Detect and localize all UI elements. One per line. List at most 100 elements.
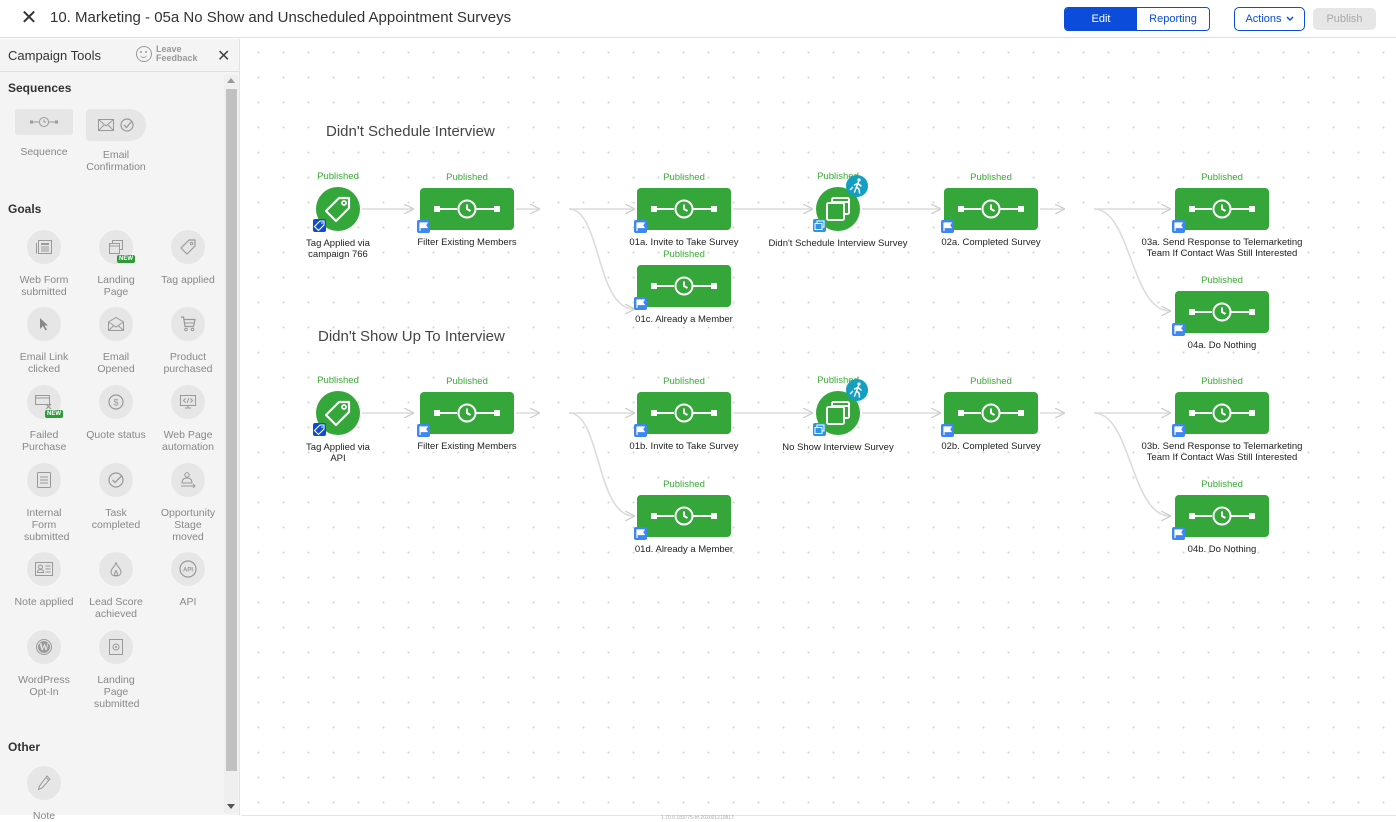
tool-task-completed[interactable]: Task completed bbox=[80, 463, 152, 531]
landing-page-badge-icon bbox=[813, 423, 826, 436]
group-title: Didn't Show Up To Interview bbox=[318, 328, 505, 345]
tag-goal-circle[interactable] bbox=[313, 187, 360, 232]
sequence-box[interactable] bbox=[634, 188, 731, 233]
landing-page-goal-circle[interactable] bbox=[813, 175, 868, 232]
svg-text:API: API bbox=[183, 568, 193, 574]
tag-goal-circle[interactable] bbox=[313, 391, 360, 436]
tool-tag-applied[interactable]: Tag applied bbox=[152, 230, 224, 286]
tool-label: WordPress Opt-In bbox=[18, 674, 70, 698]
tool-label: Email Opened bbox=[97, 351, 135, 375]
status-label: Published bbox=[663, 249, 705, 260]
sidebar-scrollbar[interactable] bbox=[224, 75, 238, 813]
node-label: Filter Existing Members bbox=[417, 441, 517, 452]
tool-label: Quote status bbox=[86, 429, 146, 441]
landing-page-goal-circle[interactable] bbox=[813, 379, 868, 436]
tool-wordpress-opt-in[interactable]: W WordPress Opt-In bbox=[8, 630, 80, 698]
sequence-box[interactable] bbox=[941, 188, 1038, 233]
node-label: Filter Existing Members bbox=[417, 237, 517, 248]
tool-label: Lead Score achieved bbox=[89, 596, 143, 620]
sequence-icon bbox=[15, 109, 73, 135]
api-icon: API bbox=[171, 552, 205, 586]
sequence-box[interactable] bbox=[634, 265, 731, 310]
tool-web-page-automation[interactable]: Web Page automation bbox=[152, 385, 224, 453]
flag-icon bbox=[1172, 527, 1185, 540]
tool-internal-form-submitted[interactable]: Internal Form submitted bbox=[8, 463, 80, 543]
tool-api[interactable]: API API bbox=[152, 552, 224, 608]
close-icon[interactable]: ✕ bbox=[20, 8, 38, 28]
flag-icon bbox=[1172, 424, 1185, 437]
wordpress-icon: W bbox=[27, 630, 61, 664]
status-label: Published bbox=[663, 376, 705, 387]
status-label: Published bbox=[446, 172, 488, 183]
tool-label: Opportunity Stage moved bbox=[160, 507, 216, 543]
campaign-canvas[interactable]: Didn't Schedule Interview Didn't Show Up… bbox=[241, 39, 1396, 815]
tab-reporting[interactable]: Reporting bbox=[1137, 8, 1209, 30]
sequence-clock-icon bbox=[649, 403, 719, 428]
sequence-box[interactable] bbox=[634, 392, 731, 437]
tool-label: API bbox=[179, 596, 197, 608]
flag-icon bbox=[941, 220, 954, 233]
version-text: 1.70.0.183775-hf-202001210817 bbox=[661, 815, 734, 821]
publish-button[interactable]: Publish bbox=[1313, 8, 1376, 30]
walking-person-icon bbox=[846, 379, 868, 401]
dollar-icon: $ bbox=[99, 385, 133, 419]
flag-icon bbox=[634, 220, 647, 233]
new-badge: NEW bbox=[117, 255, 135, 263]
scroll-down-arrow-icon[interactable] bbox=[227, 804, 235, 809]
sequence-clock-icon bbox=[1187, 506, 1257, 531]
tool-landing-page-submitted[interactable]: Landing Page submitted bbox=[80, 630, 152, 710]
node-label-line2: Team If Contact Was Still Interested bbox=[1146, 452, 1298, 463]
feedback-line2: Feedback bbox=[156, 53, 198, 63]
tool-note-applied[interactable]: Note applied bbox=[8, 552, 80, 608]
sequence-box[interactable] bbox=[634, 495, 731, 540]
code-monitor-icon bbox=[171, 385, 205, 419]
tag-icon bbox=[171, 230, 205, 264]
email-confirmation-icon bbox=[86, 109, 146, 141]
node-label-line1: 03a. Send Response to Telemarketing bbox=[1141, 237, 1303, 248]
tool-lead-score-achieved[interactable]: Lead Score achieved bbox=[80, 552, 152, 620]
sequence-box[interactable] bbox=[1172, 392, 1269, 437]
connector bbox=[568, 412, 634, 516]
sequence-box[interactable] bbox=[941, 392, 1038, 437]
status-label: Published bbox=[663, 479, 705, 490]
campaign-tools-sidebar: Campaign Tools Leave Feedback ✕ Sequence… bbox=[0, 39, 240, 822]
sequence-clock-icon bbox=[956, 403, 1026, 428]
tool-note[interactable]: Note bbox=[8, 766, 80, 822]
tool-failed-purchase[interactable]: NEW Failed Purchase bbox=[8, 385, 80, 453]
tool-landing-page[interactable]: NEW Landing Page bbox=[80, 230, 152, 298]
flag-icon bbox=[634, 527, 647, 540]
tool-opportunity-stage-moved[interactable]: Opportunity Stage moved bbox=[152, 463, 224, 543]
tool-label: Product purchased bbox=[163, 351, 213, 375]
sequence-box[interactable] bbox=[1172, 188, 1269, 233]
sequence-clock-icon bbox=[649, 199, 719, 224]
failed-purchase-icon: NEW bbox=[27, 385, 63, 419]
sequence-box[interactable] bbox=[1172, 495, 1269, 540]
scrollbar-thumb[interactable] bbox=[226, 89, 237, 771]
new-badge: NEW bbox=[45, 410, 63, 418]
sidebar-close-icon[interactable]: ✕ bbox=[217, 46, 230, 66]
sequence-clock-icon bbox=[432, 199, 502, 224]
tool-quote-status[interactable]: $ Quote status bbox=[80, 385, 152, 441]
tool-sequence[interactable]: Sequence bbox=[8, 109, 80, 158]
mode-toggle: Edit Reporting bbox=[1064, 7, 1210, 31]
tab-edit[interactable]: Edit bbox=[1065, 8, 1137, 30]
tool-email-opened[interactable]: Email Opened bbox=[80, 307, 152, 375]
node-label-line1: 03b. Send Response to Telemarketing bbox=[1141, 441, 1303, 452]
footer: 1.70.0.183775-hf-202001210817 bbox=[241, 815, 1396, 822]
status-label: Published bbox=[817, 375, 859, 386]
tag-icon bbox=[324, 400, 351, 431]
flag-icon bbox=[417, 424, 430, 437]
status-label: Published bbox=[1201, 479, 1243, 490]
actions-button[interactable]: Actions bbox=[1234, 7, 1305, 31]
envelope-open-icon bbox=[99, 307, 133, 341]
sequence-box[interactable] bbox=[417, 392, 514, 437]
sequence-box[interactable] bbox=[1172, 291, 1269, 336]
leave-feedback-button[interactable]: Leave Feedback bbox=[136, 45, 198, 63]
tool-product-purchased[interactable]: Product purchased bbox=[152, 307, 224, 375]
tool-web-form-submitted[interactable]: Web Form submitted bbox=[8, 230, 80, 298]
tool-email-confirmation[interactable]: Email Confirmation bbox=[80, 109, 152, 173]
tool-email-link-clicked[interactable]: Email Link clicked bbox=[8, 307, 80, 375]
scroll-up-arrow-icon[interactable] bbox=[227, 78, 235, 83]
tool-label: Landing Page bbox=[97, 274, 135, 298]
sequence-box[interactable] bbox=[417, 188, 514, 233]
